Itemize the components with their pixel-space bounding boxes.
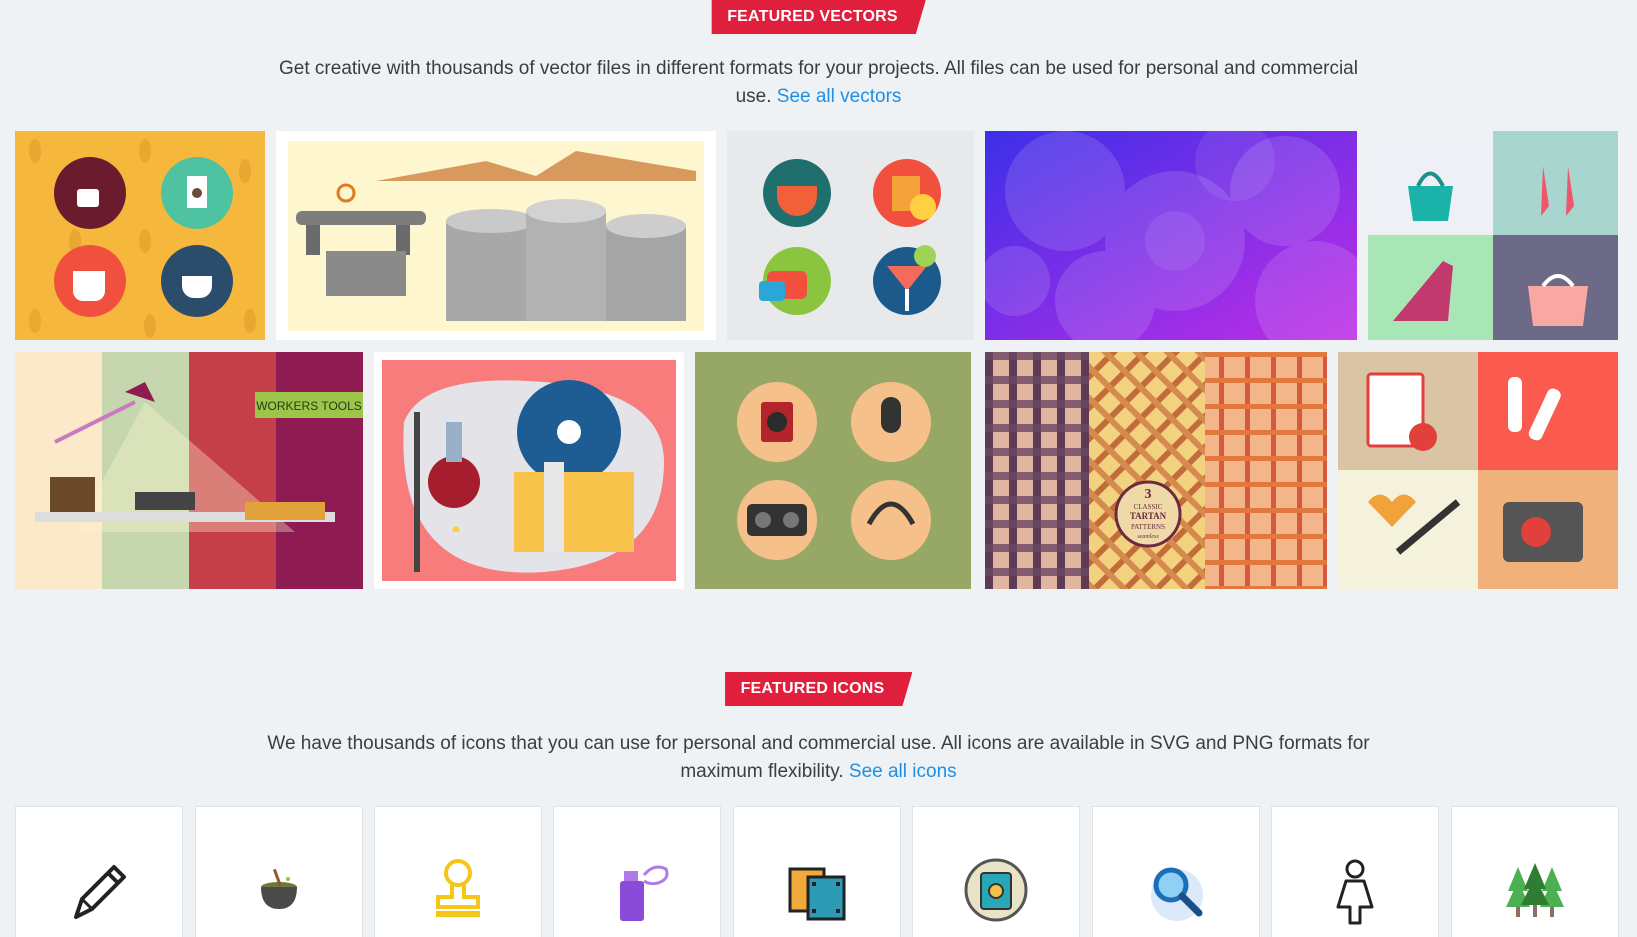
see-all-vectors-link[interactable]: See all vectors: [777, 86, 902, 107]
icon-card-stamp[interactable]: [374, 806, 542, 937]
icon-card-trees[interactable]: [1451, 806, 1619, 937]
vector-tile-laboratory[interactable]: [374, 352, 684, 589]
icon-card-pencil[interactable]: [15, 806, 183, 937]
icon-card-safe[interactable]: [912, 806, 1080, 937]
vectors-description: Get creative with thousands of vector fi…: [0, 55, 1637, 111]
workers-tools-illustration: WORKERS TOOLS: [15, 352, 363, 589]
stamp-icon: [436, 859, 480, 917]
bokeh-illustration: [985, 131, 1357, 340]
spray-can-icon: [620, 865, 669, 921]
icon-card-cauldron[interactable]: [195, 806, 363, 937]
vector-tile-coffee[interactable]: [15, 131, 265, 340]
tartan-badge-line-1: 3: [1145, 487, 1152, 502]
fashion-illustration: [1368, 131, 1618, 340]
icons-description: We have thousands of icons that you can …: [0, 730, 1637, 786]
drinks-illustration: [759, 159, 941, 315]
vector-tile-bokeh[interactable]: [985, 131, 1357, 340]
cauldron-icon: [261, 868, 297, 909]
vector-tile-tartan[interactable]: 3 CLASSIC TARTAN PATTERNS seamless: [985, 352, 1327, 589]
pencil-icon: [74, 865, 126, 919]
trees-icon: [1506, 863, 1564, 917]
tartan-badge-line-4: PATTERNS: [1131, 523, 1165, 531]
vector-tile-medical[interactable]: [1338, 352, 1618, 589]
tartan-badge-line-3: TARTAN: [1130, 511, 1167, 521]
vector-tile-workers-tools[interactable]: WORKERS TOOLS: [15, 352, 363, 589]
featured-vectors-tag: FEATURED VECTORS: [711, 0, 926, 34]
magnifier-icon: [1151, 867, 1203, 921]
vector-tile-fashion[interactable]: [1368, 131, 1618, 340]
icon-card-woman[interactable]: [1271, 806, 1439, 937]
coffee-icons-illustration: [29, 139, 256, 338]
tartan-illustration: 3 CLASSIC TARTAN PATTERNS seamless: [985, 352, 1327, 589]
vector-tile-audio[interactable]: [695, 352, 971, 589]
laboratory-illustration: [382, 360, 676, 581]
medical-illustration: [1338, 352, 1618, 589]
vector-tile-pipeline[interactable]: [276, 131, 716, 340]
icon-card-film-strip[interactable]: [733, 806, 901, 937]
featured-icons-tag: FEATURED ICONS: [725, 672, 913, 706]
woman-icon: [1336, 859, 1374, 925]
see-all-icons-link[interactable]: See all icons: [849, 761, 957, 782]
tartan-badge-line-2: CLASSIC: [1134, 503, 1163, 511]
workers-tools-label: WORKERS TOOLS: [256, 399, 362, 413]
audio-illustration: [737, 382, 931, 560]
film-strip-icon: [788, 867, 846, 921]
icons-description-text: We have thousands of icons that you can …: [267, 733, 1370, 782]
safe-icon: [964, 858, 1028, 922]
icon-card-magnifier[interactable]: [1092, 806, 1260, 937]
vector-tile-drinks[interactable]: [727, 131, 974, 340]
icon-card-spray-can[interactable]: [553, 806, 721, 937]
tartan-badge-line-5: seamless: [1137, 534, 1159, 540]
pipeline-illustration: [288, 141, 704, 331]
